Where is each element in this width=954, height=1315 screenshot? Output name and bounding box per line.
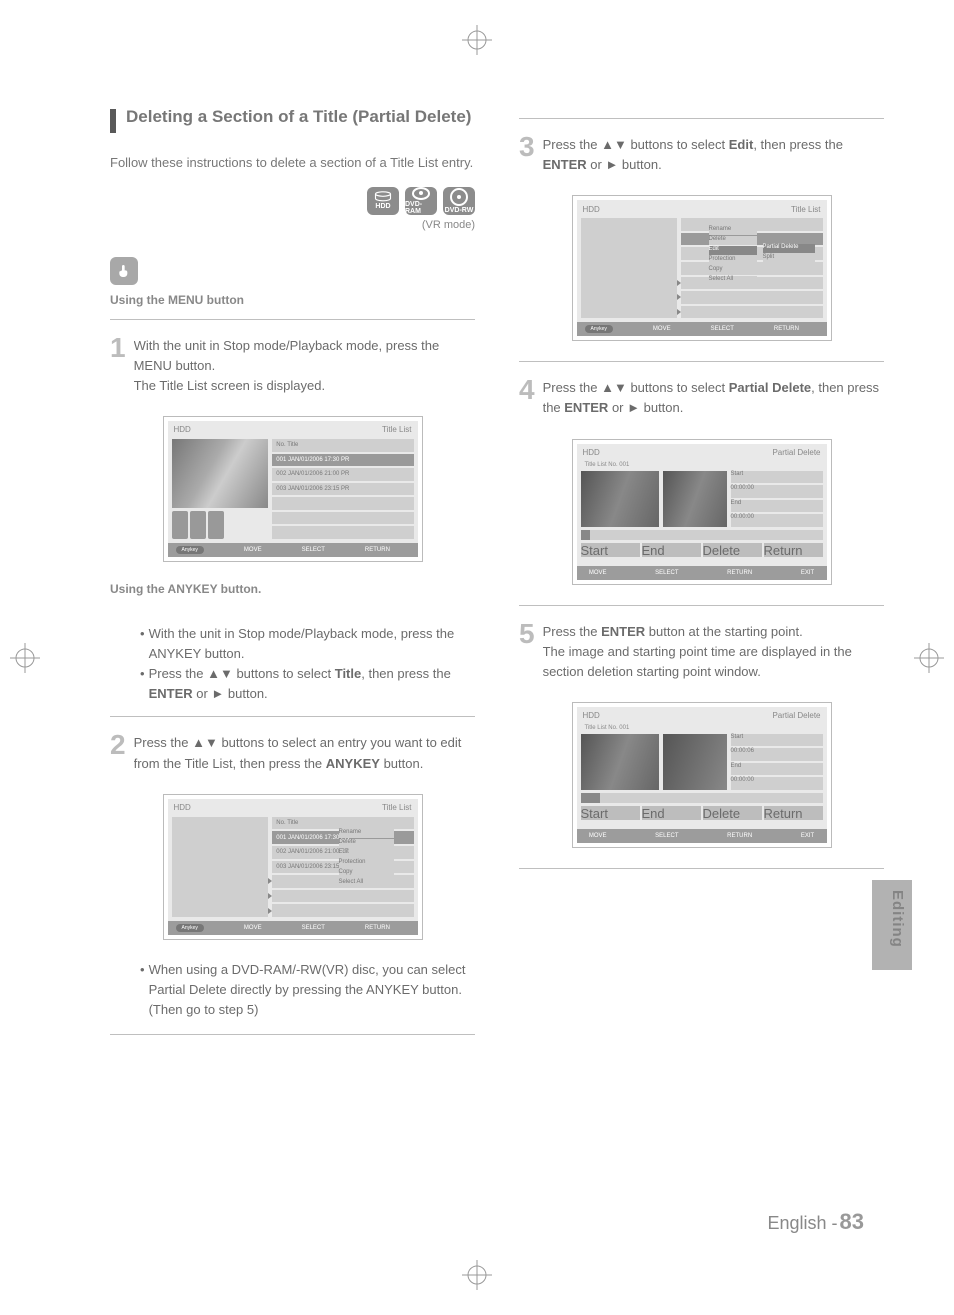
note-text: When using a DVD-RAM/-RW(VR) disc, you c… <box>149 962 466 997</box>
step-number: 2 <box>110 731 126 759</box>
step-1-text: With the unit in Stop mode/Playback mode… <box>134 338 440 373</box>
list-header: No. Title <box>272 439 413 452</box>
section-intro: Follow these instructions to delete a se… <box>110 153 475 173</box>
note-text-2: (Then go to step 5) <box>149 1002 259 1017</box>
partial-delete-screen-1: HDD Partial Delete Title List No. 001 St… <box>572 439 832 585</box>
section-bar-icon <box>110 109 116 133</box>
preview-small <box>663 471 726 527</box>
hand-press-icon <box>110 257 138 285</box>
vr-mode-label: (VR mode) <box>110 219 475 231</box>
anykey-pill: Anykey <box>176 546 204 554</box>
dvd-rw-icon: DVD-RW <box>443 187 475 215</box>
step-1: 1 With the unit in Stop mode/Playback mo… <box>110 319 475 396</box>
list-item: 003 JAN/01/2006 23:15 PR <box>272 483 413 496</box>
preview-thumbnail <box>172 439 269 508</box>
context-submenu: Partial Delete Split <box>763 244 815 263</box>
context-menu: Rename Delete Edit Protection Copy Selec… <box>709 226 757 285</box>
page-footer: English -83 <box>767 1209 864 1235</box>
dvd-ram-icon: DVD-RAM <box>405 187 437 215</box>
footer-select: SELECT <box>302 547 325 553</box>
footer-move: MOVE <box>244 547 262 553</box>
timeline-bar <box>581 793 823 803</box>
step-3: 3 Press the ▲▼ buttons to select Edit, t… <box>519 118 884 175</box>
step-1-sub: The Title List screen is displayed. <box>134 378 325 393</box>
mini-icon <box>208 511 224 539</box>
screen-header-right: Title List <box>382 425 412 434</box>
list-item: 002 JAN/01/2006 21:00 PR <box>272 468 413 481</box>
list-item <box>272 497 413 510</box>
preview-thumbnail <box>172 817 269 917</box>
step-4: 4 Press the ▲▼ buttons to select Partial… <box>519 361 884 418</box>
timeline-bar <box>581 530 823 540</box>
preview-small <box>663 734 726 790</box>
preview-large <box>581 471 660 527</box>
list-item: 001 JAN/01/2006 17:30 PR <box>272 454 413 467</box>
title-list-screen-3: HDD Title List <box>572 195 832 341</box>
title-list-screen-1: HDD Title List No <box>163 416 423 562</box>
hdd-icon: HDD <box>367 187 399 215</box>
partial-delete-screen-2: HDD Partial Delete Title List No. 001 St… <box>572 702 832 848</box>
step-5-sub: The image and starting point time are di… <box>543 644 852 679</box>
anykey-button-label: Using the ANYKEY button. <box>110 582 475 596</box>
list-item <box>272 512 413 525</box>
mini-icon <box>172 511 188 539</box>
section-title: Deleting a Section of a Title (Partial D… <box>126 106 471 128</box>
footer-return: RETURN <box>365 547 390 553</box>
bullet-1a: With the unit in Stop mode/Playback mode… <box>149 624 475 664</box>
step-number: 1 <box>110 334 126 362</box>
footer-exit: EXIT <box>430 547 443 553</box>
list-item <box>272 526 413 539</box>
bullet-1b: Press the ▲▼ buttons to select Title, th… <box>149 664 475 704</box>
side-tab-label: Editing <box>889 890 906 948</box>
mini-icon <box>190 511 206 539</box>
preview-large <box>581 734 660 790</box>
menu-button-label: Using the MENU button <box>110 293 475 307</box>
screen-header-left: HDD <box>174 425 191 434</box>
context-menu: Rename Delete Edit Protection Copy Selec… <box>339 829 394 888</box>
step-2: 2 Press the ▲▼ buttons to select an entr… <box>110 716 475 773</box>
title-list-screen-2: HDD Title List No. Title 001 JAN/01/2006… <box>163 794 423 940</box>
disc-compat-row: HDD DVD-RAM DVD-RW <box>110 187 475 215</box>
step-5: 5 Press the ENTER button at the starting… <box>519 605 884 682</box>
